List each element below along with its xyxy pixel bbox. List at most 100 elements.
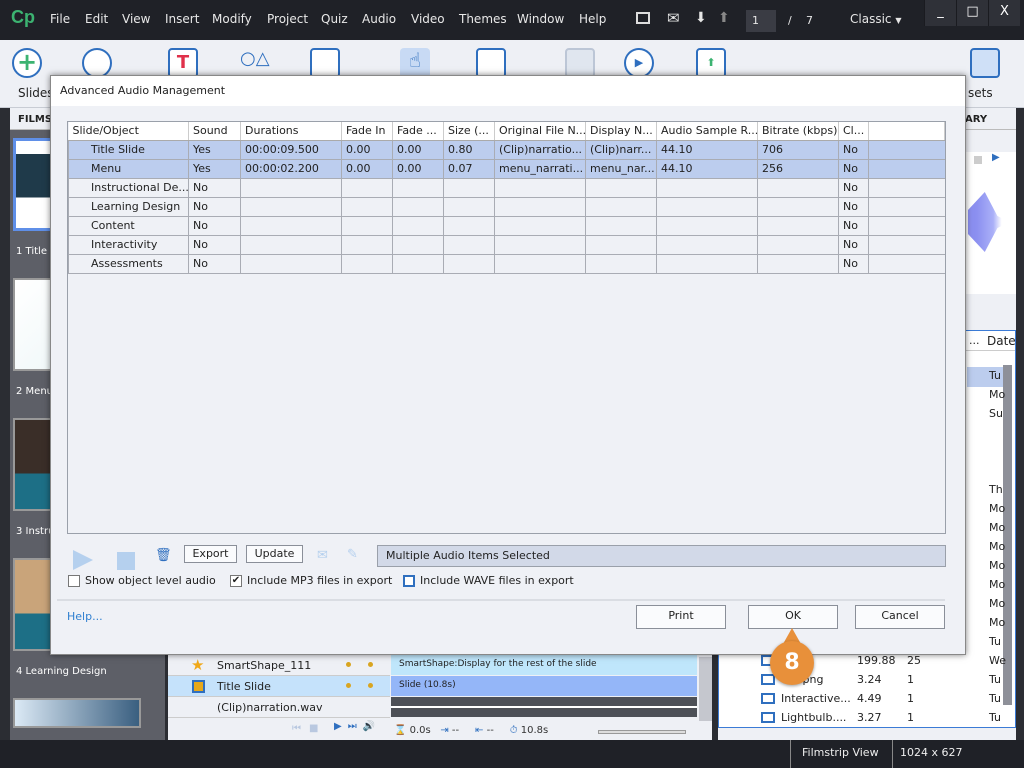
lock-dot[interactable] xyxy=(368,683,373,688)
page-number-input[interactable]: 1 xyxy=(746,10,776,32)
workspace-dropdown[interactable]: Classic ▼ xyxy=(850,12,902,26)
menu-view[interactable]: View xyxy=(122,12,150,26)
table-cell xyxy=(240,177,342,198)
preview-icon[interactable] xyxy=(636,12,650,24)
objects-icon[interactable] xyxy=(310,48,340,78)
checkbox-include-wave[interactable]: Include WAVE files in export xyxy=(403,574,574,587)
menu-insert[interactable]: Insert xyxy=(165,12,199,26)
dialog-title: Advanced Audio Management xyxy=(51,76,965,106)
export-button[interactable]: Export xyxy=(184,545,237,563)
arrow-up-icon[interactable]: ⬆ xyxy=(718,10,730,26)
column-header[interactable]: Sound xyxy=(188,122,241,141)
menu-help[interactable]: Help xyxy=(579,12,606,26)
arrow-down-icon[interactable]: ⬇ xyxy=(695,10,707,26)
checkbox-show-object-audio[interactable]: Show object level audio xyxy=(68,574,216,587)
timeline-bar[interactable] xyxy=(391,697,697,717)
library-date-header[interactable]: Date xyxy=(987,334,1016,348)
slide-thumbnail[interactable] xyxy=(13,698,141,728)
mail-icon[interactable]: ✉ xyxy=(667,9,680,27)
assets-icon[interactable] xyxy=(970,48,1000,78)
column-header[interactable]: Fade ... xyxy=(392,122,444,141)
menu-edit[interactable]: Edit xyxy=(85,12,108,26)
column-header[interactable]: Slide/Object xyxy=(68,122,189,141)
table-row[interactable]: Title Slide Yes 00:00:09.500 0.00 0.00 0.80 (C… xyxy=(68,139,945,160)
menu-themes[interactable]: Themes xyxy=(459,12,507,26)
stop-icon[interactable] xyxy=(974,156,982,164)
column-header[interactable]: Durations xyxy=(240,122,342,141)
email-icon[interactable]: ✉ xyxy=(317,548,328,563)
interactions-hand-icon[interactable]: ☝ xyxy=(400,48,430,78)
menu-quiz[interactable]: Quiz xyxy=(321,12,348,26)
text-icon[interactable]: T xyxy=(168,48,198,78)
cancel-button[interactable]: Cancel xyxy=(855,605,945,629)
timeline-object-name[interactable]: Title Slide xyxy=(217,680,271,693)
slides-label: Slides xyxy=(18,86,54,100)
slide-label: 3 Instru xyxy=(16,526,55,537)
column-header[interactable]: Size (... xyxy=(443,122,495,141)
menu-window[interactable]: Window xyxy=(517,12,564,26)
publish-icon[interactable]: ⬆ xyxy=(696,48,726,78)
column-header[interactable]: Original File N... xyxy=(494,122,586,141)
preview-play-icon[interactable]: ▶ xyxy=(624,48,654,78)
window-controls: _ □ X xyxy=(924,0,1020,26)
table-cell: No xyxy=(188,253,241,274)
minimize-button[interactable]: _ xyxy=(924,0,956,26)
menu-modify[interactable]: Modify xyxy=(212,12,252,26)
themes-palette-icon[interactable] xyxy=(82,48,112,78)
column-header[interactable]: Display N... xyxy=(585,122,657,141)
table-cell xyxy=(443,253,495,274)
library-date-cell: Tu xyxy=(989,635,1002,648)
menu-file[interactable]: File xyxy=(50,12,70,26)
table-row[interactable]: Assessments No No xyxy=(68,253,945,274)
shapes-icon[interactable]: ○△ xyxy=(240,48,270,78)
maximize-button[interactable]: □ xyxy=(956,0,988,26)
update-button[interactable]: Update xyxy=(246,545,303,563)
media-image-icon[interactable] xyxy=(476,48,506,78)
delete-icon[interactable]: 🗑 xyxy=(155,548,172,563)
close-button[interactable]: X xyxy=(988,0,1020,26)
print-button[interactable]: Print xyxy=(636,605,726,629)
menu-project[interactable]: Project xyxy=(267,12,308,26)
timeline-playback-controls[interactable]: ⏮■ xyxy=(292,723,326,734)
library-column-header[interactable]: ... xyxy=(969,334,980,347)
menu-video[interactable]: Video xyxy=(411,12,445,26)
help-link[interactable]: Help... xyxy=(67,610,103,623)
play-icon[interactable]: ▶ xyxy=(992,152,1000,163)
table-row[interactable]: Content No No xyxy=(68,215,945,236)
slide-label: 4 Learning Design xyxy=(16,666,107,677)
timeline-object-name[interactable]: SmartShape_111 xyxy=(217,659,311,672)
library-date-cell: Mo xyxy=(989,521,1006,534)
timeline-bar[interactable]: SmartShape:Display for the rest of the s… xyxy=(391,655,697,675)
column-header[interactable]: Audio Sample R... xyxy=(656,122,758,141)
timeline-scrollbar[interactable] xyxy=(699,657,712,721)
column-header[interactable]: Cl... xyxy=(838,122,869,141)
menu-audio[interactable]: Audio xyxy=(362,12,396,26)
table-row[interactable]: Menu Yes 00:00:02.200 0.00 0.00 0.07 menu_narr… xyxy=(68,158,945,179)
lock-dot[interactable] xyxy=(368,662,373,667)
column-header[interactable]: Bitrate (kbps) xyxy=(757,122,839,141)
table-row[interactable]: Learning Design No No xyxy=(68,196,945,217)
stop-audio-icon[interactable] xyxy=(117,552,135,570)
library-item-name[interactable]: Interactive... xyxy=(781,692,851,705)
visibility-dot[interactable] xyxy=(346,683,351,688)
checkbox-box[interactable] xyxy=(68,574,80,587)
timeline-play-controls[interactable]: ▶⏭🔊 xyxy=(334,721,381,732)
play-audio-icon[interactable] xyxy=(73,550,93,570)
visibility-dot[interactable] xyxy=(346,662,351,667)
ok-button[interactable]: OK xyxy=(748,605,838,629)
table-row[interactable]: Interactivity No No xyxy=(68,234,945,255)
column-header[interactable]: Fade In xyxy=(341,122,393,141)
timeline-bar[interactable]: Slide (10.8s) xyxy=(391,676,697,696)
save-icon[interactable] xyxy=(565,48,595,78)
table-row[interactable]: Instructional De... No No xyxy=(68,177,945,198)
table-cell-filler xyxy=(868,215,945,236)
checkbox-include-mp3[interactable]: ✔ Include MP3 files in export xyxy=(230,574,392,587)
checkbox-box[interactable] xyxy=(403,574,415,587)
zoom-slider[interactable] xyxy=(598,730,686,734)
checkbox-box[interactable]: ✔ xyxy=(230,574,242,587)
library-tab[interactable]: ARY xyxy=(965,114,987,125)
library-item-name[interactable]: Lightbulb.... xyxy=(781,711,846,724)
add-slide-icon[interactable]: + xyxy=(12,48,42,78)
edit-pencil-icon[interactable]: ✎ xyxy=(347,547,358,562)
timeline-object-name[interactable]: (Clip)narration.wav xyxy=(217,701,322,714)
